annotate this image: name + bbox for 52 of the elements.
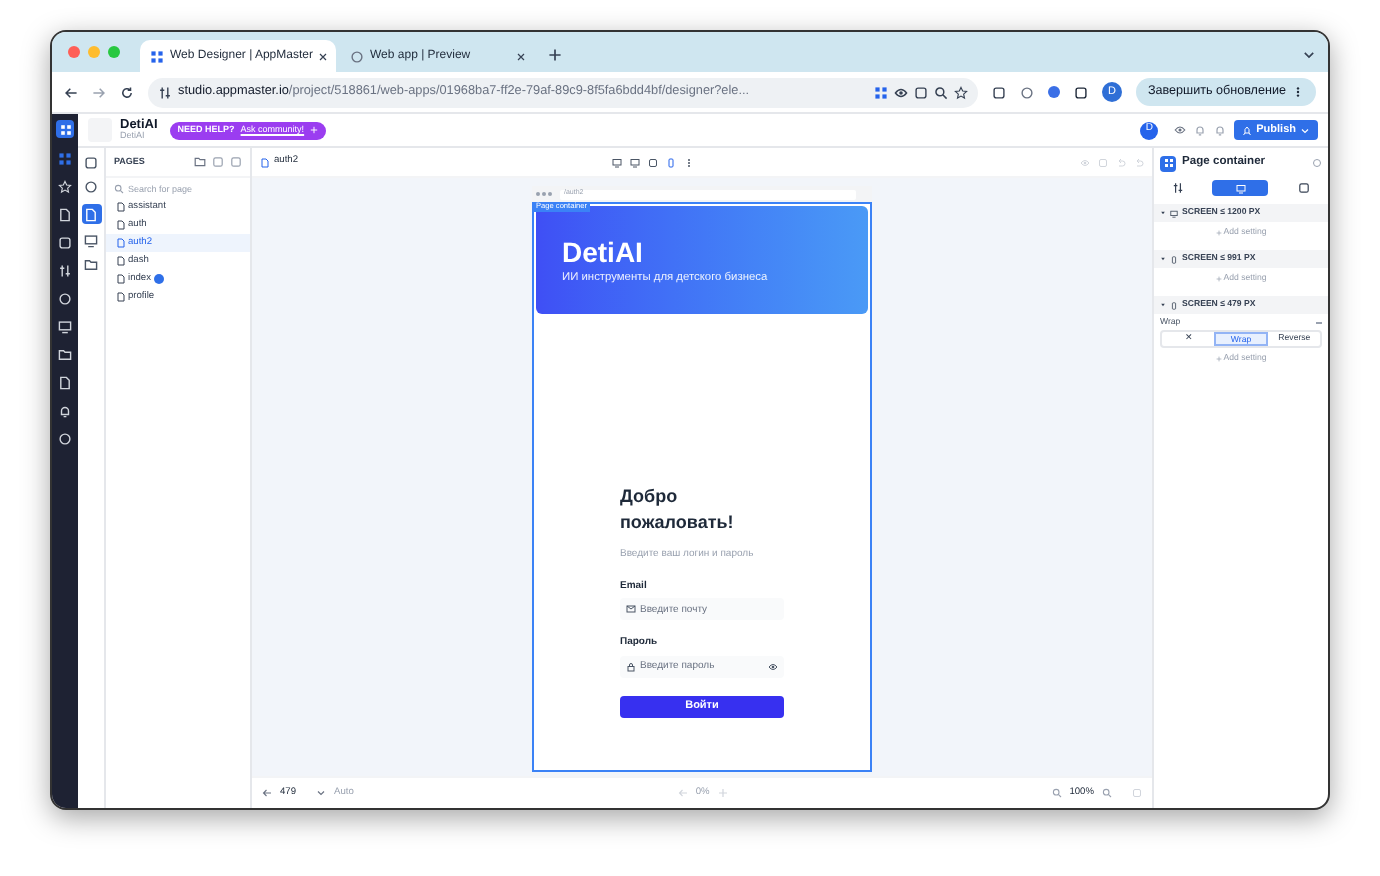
zoom-icon[interactable] [934, 85, 949, 99]
zoom-out-icon[interactable] [1051, 788, 1062, 798]
plus-icon [1215, 356, 1222, 362]
zoom-in-icon[interactable] [1102, 788, 1112, 798]
eye-icon[interactable] [894, 85, 909, 99]
plus-icon [1215, 230, 1222, 236]
sliders-icon[interactable] [1172, 182, 1185, 194]
hero-title: DetiAI [562, 238, 645, 269]
circle-icon[interactable] [1020, 85, 1035, 99]
forward-icon[interactable] [92, 85, 106, 99]
triangle-icon [1160, 256, 1166, 262]
close-icon[interactable] [318, 51, 329, 61]
lock-icon [626, 661, 636, 672]
grid-icon [150, 49, 164, 63]
caret-icon[interactable] [1302, 48, 1316, 62]
monitor-icon[interactable] [612, 157, 622, 167]
monitor-icon[interactable] [84, 234, 98, 248]
form-heading: Добро пожаловать! [620, 484, 736, 537]
mail-icon [626, 604, 636, 615]
folder-icon[interactable] [194, 156, 206, 168]
square-icon[interactable] [992, 85, 1007, 99]
plus-icon [310, 126, 319, 134]
more-icon[interactable] [1291, 86, 1304, 98]
search-icon [114, 183, 124, 193]
plus-icon [1215, 276, 1222, 282]
folder-icon[interactable] [84, 258, 98, 272]
responsive-tab[interactable] [1212, 180, 1269, 196]
square-icon[interactable] [84, 156, 98, 170]
page-icon [260, 157, 270, 167]
close-icon[interactable] [516, 51, 526, 61]
monitor-icon [1170, 209, 1178, 217]
star-icon[interactable] [954, 85, 969, 99]
globe-icon [350, 49, 364, 63]
plus-icon[interactable] [548, 48, 562, 62]
circle-icon[interactable] [84, 180, 98, 194]
pages-tab[interactable] [81, 204, 101, 224]
back-icon[interactable] [64, 85, 78, 99]
caret-icon [1300, 125, 1310, 135]
triangle-icon [1160, 302, 1166, 308]
eye-icon[interactable] [768, 661, 778, 672]
phone-icon [1170, 255, 1178, 263]
reload-icon[interactable] [120, 85, 134, 99]
triangle-icon [1160, 210, 1166, 216]
sliders-icon [158, 85, 172, 99]
phone-icon[interactable] [666, 157, 676, 167]
page-icon[interactable] [58, 376, 72, 390]
square-icon[interactable] [914, 85, 929, 99]
phone-icon [1170, 301, 1178, 309]
grid-icon[interactable] [58, 152, 72, 166]
eye-icon[interactable] [1174, 124, 1187, 136]
grid-icon [874, 85, 889, 99]
bell-icon[interactable] [58, 404, 72, 418]
